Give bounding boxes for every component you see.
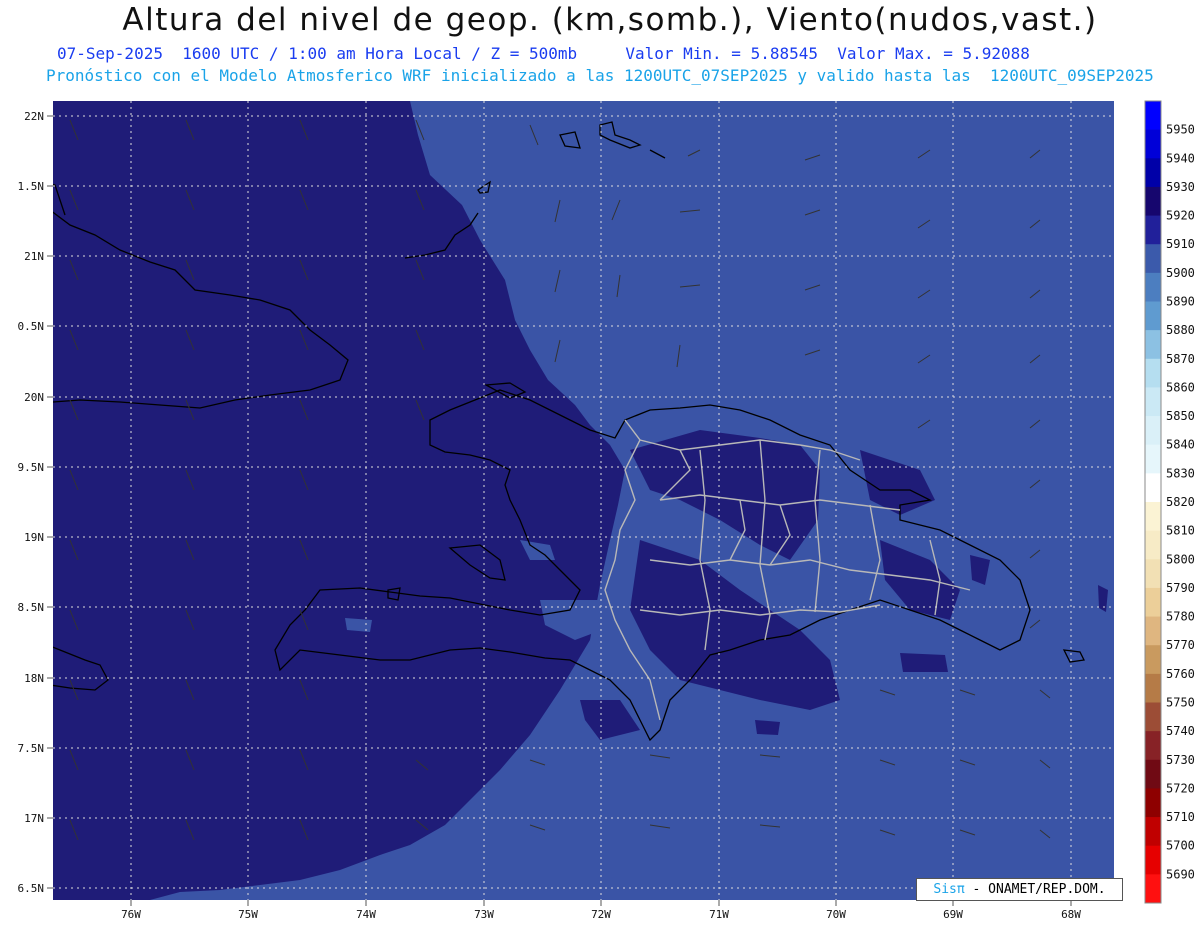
colorbar-level-label: 5890 bbox=[1166, 295, 1195, 309]
lat-label: 17N bbox=[24, 812, 44, 825]
colorbar-level-label: 5800 bbox=[1166, 552, 1195, 566]
lon-label: 73W bbox=[474, 908, 494, 921]
lon-label: 69W bbox=[943, 908, 963, 921]
colorbar-swatch bbox=[1145, 587, 1161, 618]
colorbar-swatch bbox=[1145, 559, 1161, 589]
colorbar-swatch bbox=[1145, 444, 1161, 474]
geopotential-field bbox=[53, 101, 1114, 900]
colorbar-swatch bbox=[1145, 817, 1161, 847]
colorbar-level-label: 5920 bbox=[1166, 209, 1195, 223]
colorbar-level-label: 5710 bbox=[1166, 810, 1195, 824]
colorbar-swatch bbox=[1145, 731, 1161, 761]
colorbar-level-label: 5790 bbox=[1166, 581, 1195, 595]
colorbar-swatch bbox=[1145, 101, 1161, 131]
colorbar-level-label: 5770 bbox=[1166, 638, 1195, 652]
forecast-map: 22N 1.5N 21N 0.5N 20N 9.5N 19N 8.5N 18N … bbox=[18, 100, 1195, 921]
lon-label: 72W bbox=[591, 908, 611, 921]
lon-label: 70W bbox=[826, 908, 846, 921]
colorbar-swatch bbox=[1145, 874, 1161, 904]
colorbar-level-label: 5860 bbox=[1166, 380, 1195, 394]
lat-label: 9.5N bbox=[18, 461, 45, 474]
colorbar-swatch bbox=[1145, 702, 1161, 732]
colorbar-level-label: 5760 bbox=[1166, 667, 1195, 681]
colorbar-swatch bbox=[1145, 788, 1161, 818]
colorbar-swatch bbox=[1145, 673, 1161, 703]
colorbar-swatch bbox=[1145, 759, 1161, 789]
colorbar-level-label: 5930 bbox=[1166, 180, 1195, 194]
colorbar-level-label: 5830 bbox=[1166, 466, 1195, 480]
colorbar-level-label: 5810 bbox=[1166, 524, 1195, 538]
lon-label: 68W bbox=[1061, 908, 1081, 921]
credit-box: Sisπ - ONAMET/REP.DOM. bbox=[916, 878, 1123, 901]
colorbar-level-label: 5730 bbox=[1166, 753, 1195, 767]
colorbar-level-label: 5910 bbox=[1166, 237, 1195, 251]
colorbar-level-label: 5940 bbox=[1166, 151, 1195, 165]
lon-label: 71W bbox=[709, 908, 729, 921]
colorbar-level-label: 5950 bbox=[1166, 123, 1195, 137]
colorbar-swatch bbox=[1145, 272, 1161, 302]
colorbar-swatch bbox=[1145, 330, 1161, 360]
lat-label: 21N bbox=[24, 250, 44, 263]
colorbar-level-label: 5720 bbox=[1166, 781, 1195, 795]
lat-label: 6.5N bbox=[18, 882, 45, 895]
colorbar-swatch bbox=[1145, 645, 1161, 675]
colorbar-swatch bbox=[1145, 530, 1161, 560]
colorbar-swatch bbox=[1145, 244, 1161, 274]
colorbar-swatch bbox=[1145, 186, 1161, 217]
lat-label: 18N bbox=[24, 672, 44, 685]
colorbar-level-label: 5740 bbox=[1166, 724, 1195, 738]
colorbar-level-label: 5870 bbox=[1166, 352, 1195, 366]
lon-label: 76W bbox=[121, 908, 141, 921]
lat-label: 22N bbox=[24, 110, 44, 123]
colorbar-level-label: 5880 bbox=[1166, 323, 1195, 337]
lat-label: 20N bbox=[24, 391, 44, 404]
colorbar: 5950 5940 5930 5920 5910 5900 5890 5880 5870 5860… bbox=[1144, 100, 1195, 904]
lon-label: 75W bbox=[238, 908, 258, 921]
colorbar-level-label: 5900 bbox=[1166, 266, 1195, 280]
colorbar-level-label: 5850 bbox=[1166, 409, 1195, 423]
colorbar-level-label: 5700 bbox=[1166, 839, 1195, 853]
colorbar-swatch bbox=[1145, 387, 1161, 417]
colorbar-swatch bbox=[1145, 215, 1161, 245]
colorbar-swatch bbox=[1145, 301, 1161, 331]
colorbar-level-label: 5820 bbox=[1166, 495, 1195, 509]
lat-label: 1.5N bbox=[18, 180, 45, 193]
latitude-labels: 22N 1.5N 21N 0.5N 20N 9.5N 19N 8.5N 18N … bbox=[18, 110, 45, 895]
lat-label: 0.5N bbox=[18, 320, 45, 333]
colorbar-level-label: 5840 bbox=[1166, 438, 1195, 452]
colorbar-level-label: 5690 bbox=[1166, 867, 1195, 881]
colorbar-swatch bbox=[1145, 358, 1161, 388]
sis-logo-text: Sisπ bbox=[933, 882, 965, 897]
colorbar-swatch bbox=[1145, 845, 1161, 875]
lat-label: 19N bbox=[24, 531, 44, 544]
colorbar-level-label: 5780 bbox=[1166, 610, 1195, 624]
colorbar-swatch bbox=[1145, 416, 1161, 446]
lat-label: 7.5N bbox=[18, 742, 45, 755]
lon-label: 74W bbox=[356, 908, 376, 921]
colorbar-level-label: 5750 bbox=[1166, 696, 1195, 710]
lat-label: 8.5N bbox=[18, 601, 45, 614]
colorbar-swatch bbox=[1145, 158, 1161, 188]
colorbar-swatch bbox=[1145, 473, 1161, 503]
colorbar-swatch bbox=[1145, 129, 1161, 159]
credit-text: - ONAMET/REP.DOM. bbox=[972, 882, 1106, 897]
colorbar-swatch bbox=[1145, 502, 1161, 532]
longitude-labels: 76W 75W 74W 73W 72W 71W 70W 69W 68W bbox=[121, 908, 1081, 921]
colorbar-swatch bbox=[1145, 616, 1161, 646]
